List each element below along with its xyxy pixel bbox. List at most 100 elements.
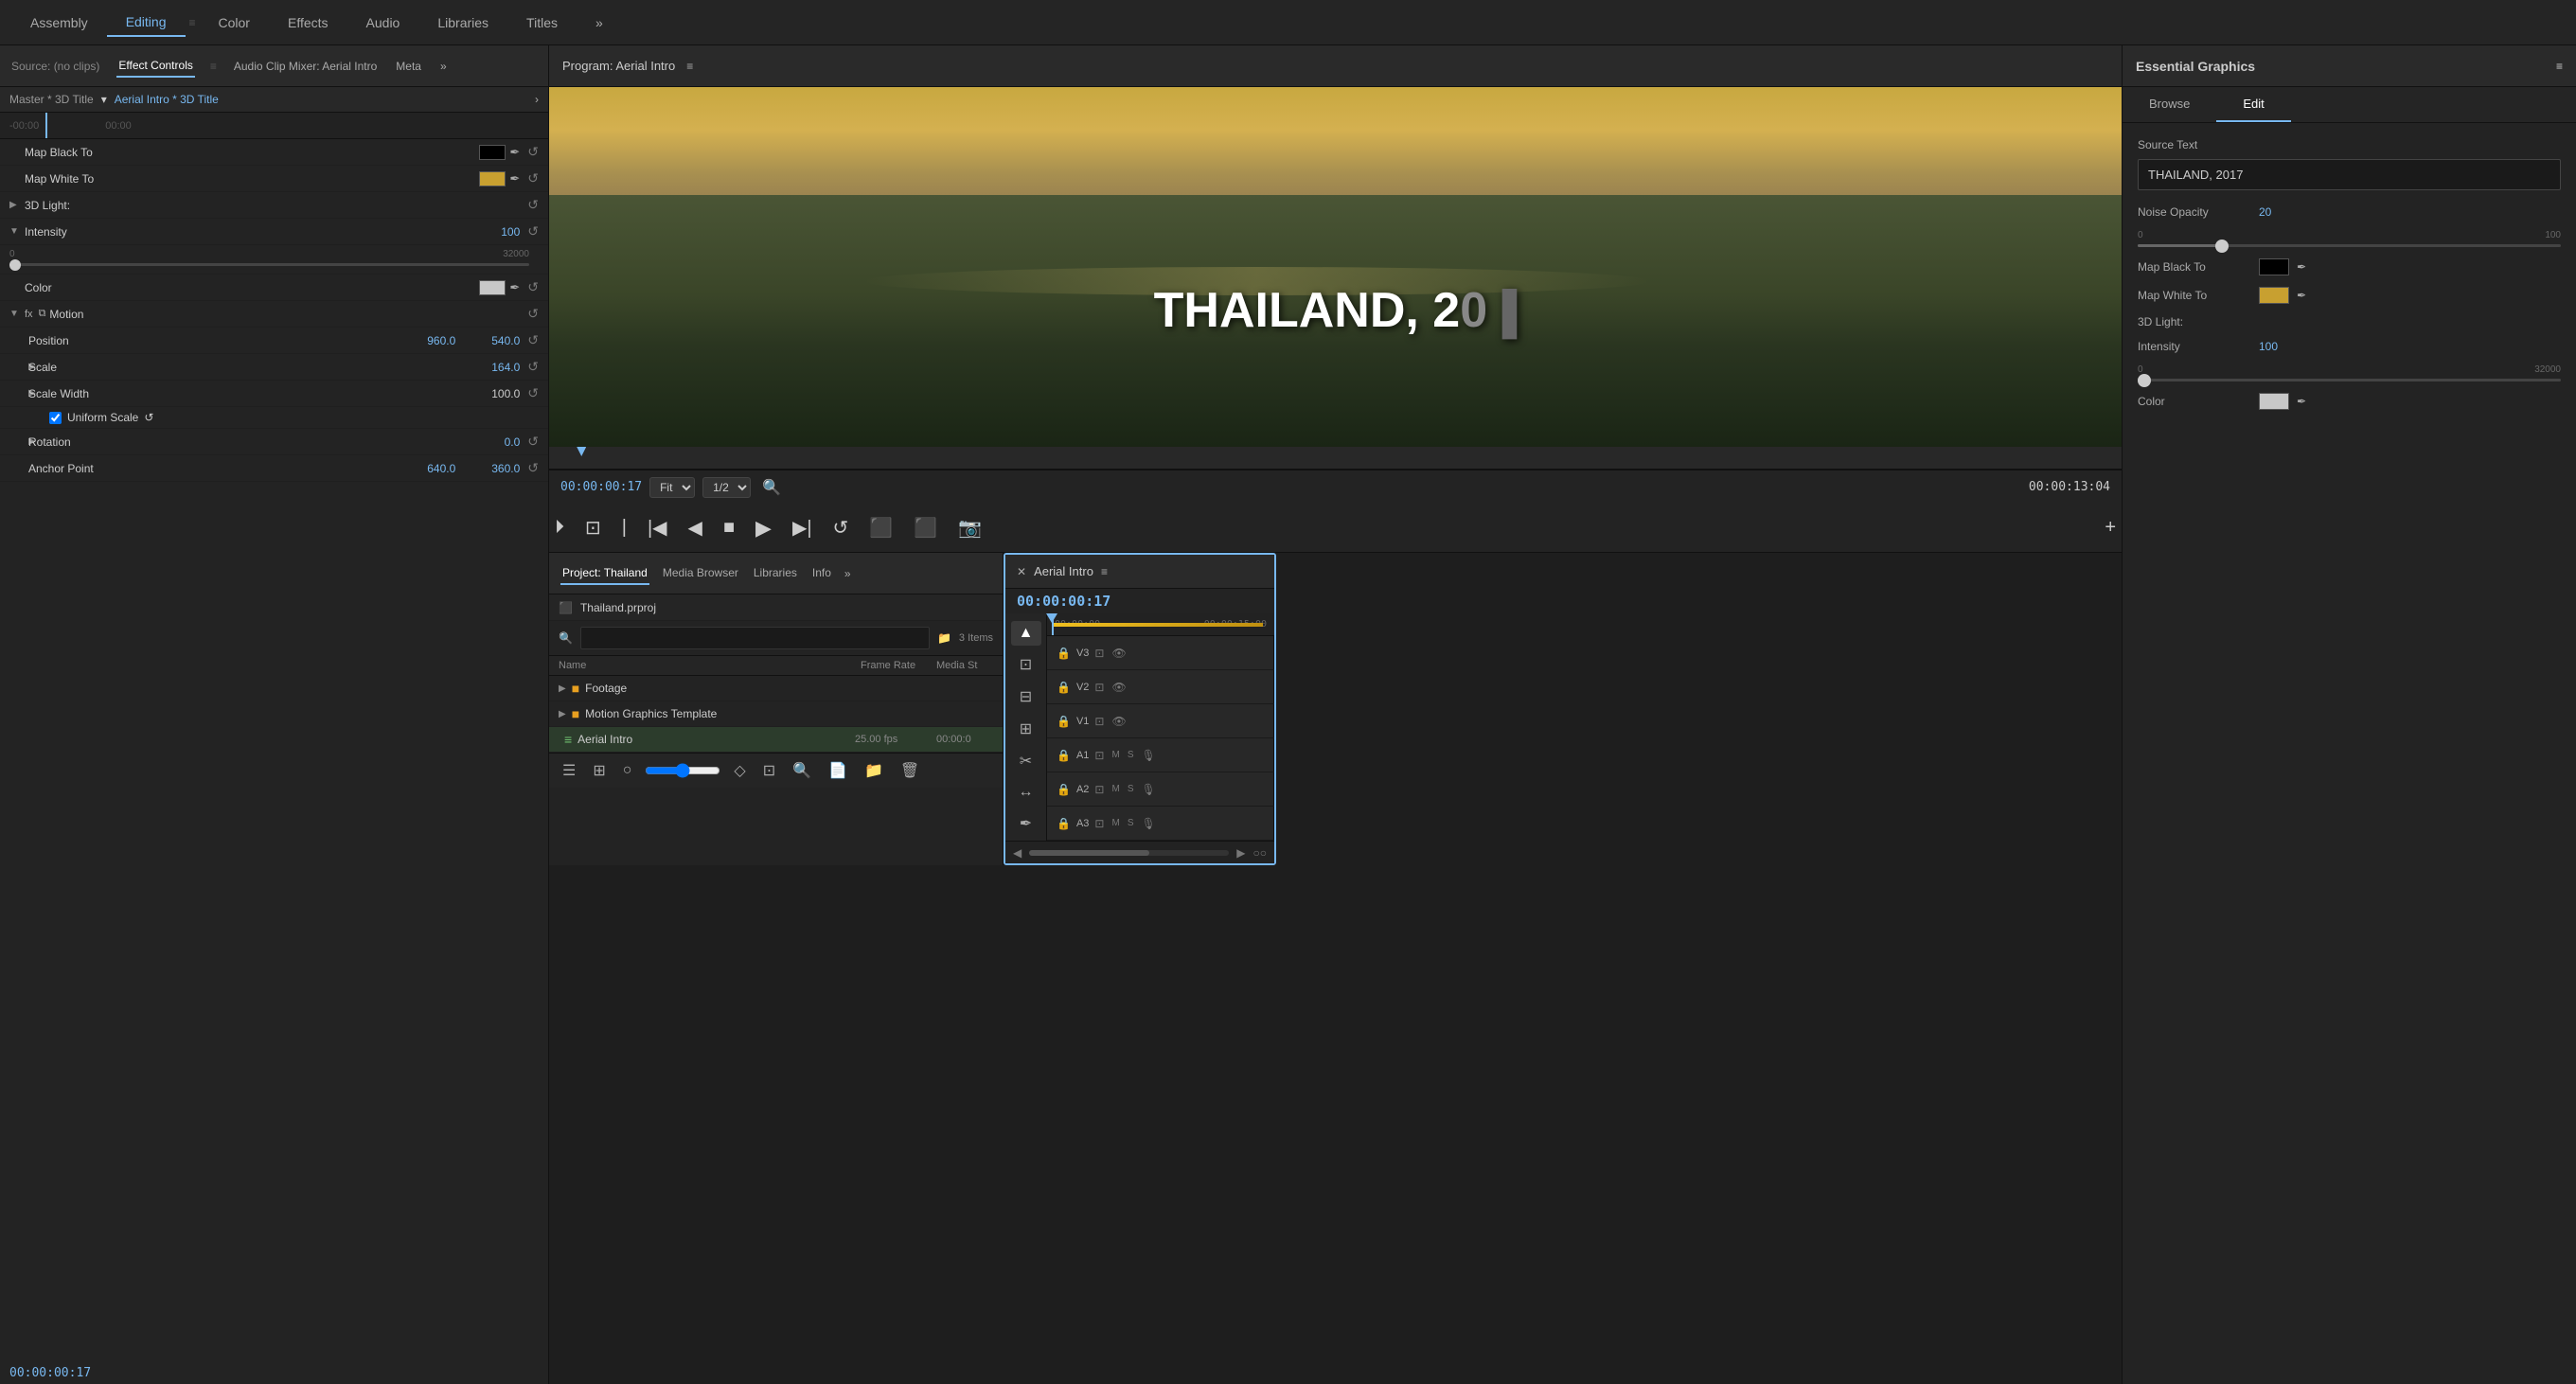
track-a3-m[interactable]: M xyxy=(1110,818,1121,828)
eg-menu-icon[interactable]: ≡ xyxy=(2556,60,2563,73)
timeline-scrollbar[interactable] xyxy=(1029,850,1229,856)
scale-value[interactable]: 164.0 xyxy=(463,361,520,374)
proj-tab-media[interactable]: Media Browser xyxy=(661,562,740,585)
eg-color-swatch[interactable] xyxy=(2259,393,2289,410)
panel-overflow[interactable]: » xyxy=(438,56,449,77)
intensity-expand[interactable]: ▼ xyxy=(9,226,25,237)
meta-tab[interactable]: Meta xyxy=(394,56,423,77)
panel-tab-menu[interactable]: ≡ xyxy=(210,60,217,73)
nav-item-libraries[interactable]: Libraries xyxy=(418,9,507,36)
intensity-value[interactable]: 100 xyxy=(463,225,520,239)
scale-reset[interactable]: ↺ xyxy=(527,359,539,375)
track-v3-eye[interactable]: 👁 xyxy=(1110,647,1128,660)
eg-source-text-input[interactable]: THAILAND, 2017 xyxy=(2138,159,2561,190)
map-white-swatch[interactable] xyxy=(479,171,506,186)
insert-btn[interactable]: ⬛ xyxy=(863,512,898,543)
rotation-reset[interactable]: ↺ xyxy=(527,434,539,450)
audio-clip-mixer-tab[interactable]: Audio Clip Mixer: Aerial Intro xyxy=(232,56,379,77)
step-back-btn[interactable]: ◀ xyxy=(683,512,708,543)
player-timeline-bar[interactable] xyxy=(549,447,2122,470)
mark-in-btn[interactable]: ⏵ xyxy=(549,513,570,542)
deselect-btn[interactable]: | xyxy=(616,513,632,542)
intensity-slider[interactable] xyxy=(9,263,529,266)
proj-tab-info[interactable]: Info xyxy=(810,562,833,585)
track-a3-source[interactable]: ⊡ xyxy=(1093,817,1106,830)
nav-item-assembly[interactable]: Assembly xyxy=(11,9,107,36)
delete-btn[interactable]: 🗑 xyxy=(897,759,923,782)
nav-item-editing[interactable]: Editing xyxy=(107,9,186,37)
eg-map-white-eyedropper[interactable]: ✒ xyxy=(2297,289,2306,302)
nav-item-audio[interactable]: Audio xyxy=(347,9,419,36)
color-swatch[interactable] xyxy=(479,280,506,295)
timeline-loop[interactable]: ○○ xyxy=(1253,846,1268,860)
slip-tool[interactable]: ↔ xyxy=(1011,780,1041,805)
eg-noise-thumb[interactable] xyxy=(2215,240,2229,253)
uniform-scale-reset[interactable]: ↺ xyxy=(144,411,153,424)
track-v2-eye[interactable]: 👁 xyxy=(1110,681,1128,694)
anchor-y[interactable]: 360.0 xyxy=(463,462,520,475)
proj-overflow[interactable]: » xyxy=(843,563,853,584)
selection-tool[interactable]: ▲ xyxy=(1011,621,1041,646)
export-frame-btn[interactable]: 📷 xyxy=(952,512,987,543)
uniform-scale-checkbox[interactable] xyxy=(49,412,62,424)
effect-controls-tab[interactable]: Effect Controls xyxy=(116,55,194,78)
rotation-value[interactable]: 0.0 xyxy=(463,435,520,449)
fit-dropdown[interactable]: Fit xyxy=(649,477,695,498)
zoom-icon[interactable]: 🔍 xyxy=(758,476,785,499)
motion-expand[interactable]: ▼ xyxy=(9,309,25,319)
play-btn[interactable]: ▶ xyxy=(750,512,777,544)
overwrite-btn[interactable]: ⬛ xyxy=(908,512,943,543)
clip-label[interactable]: Aerial Intro * 3D Title xyxy=(115,93,219,106)
find-btn[interactable]: 🔍 xyxy=(789,759,815,782)
project-item-mgt[interactable]: ▶ ■ Motion Graphics Template xyxy=(549,701,1003,727)
eg-intensity-thumb[interactable] xyxy=(2138,374,2151,387)
nav-item-effects[interactable]: Effects xyxy=(269,9,347,36)
track-a3-s[interactable]: S xyxy=(1126,818,1136,828)
new-bin-icon[interactable]: 📁 xyxy=(937,631,951,645)
project-search-input[interactable] xyxy=(580,627,930,649)
track-v1-source[interactable]: ⊡ xyxy=(1093,715,1106,728)
icon-size-slider[interactable] xyxy=(645,763,720,778)
pen-tool[interactable]: ✒ xyxy=(1011,810,1041,837)
eg-color-eyedropper[interactable]: ✒ xyxy=(2297,395,2306,408)
position-reset[interactable]: ↺ xyxy=(527,332,539,348)
program-menu-icon[interactable]: ≡ xyxy=(686,60,693,73)
nav-item-titles[interactable]: Titles xyxy=(507,9,577,36)
intensity-reset[interactable]: ↺ xyxy=(527,223,539,240)
track-a2-m[interactable]: M xyxy=(1110,784,1121,794)
3d-light-reset[interactable]: ↺ xyxy=(527,197,539,213)
track-a2-lock[interactable]: 🔒 xyxy=(1055,783,1073,796)
project-item-footage[interactable]: ▶ ■ Footage xyxy=(549,676,1003,701)
position-x[interactable]: 960.0 xyxy=(399,334,455,347)
map-black-reset[interactable]: ↺ xyxy=(527,144,539,160)
track-a3-lock[interactable]: 🔒 xyxy=(1055,817,1073,830)
eg-noise-slider[interactable] xyxy=(2138,244,2561,247)
map-white-eyedropper[interactable]: ✒ xyxy=(509,171,520,186)
dropdown-arrow[interactable]: ▾ xyxy=(101,93,107,106)
anchor-reset[interactable]: ↺ xyxy=(527,460,539,476)
timeline-menu[interactable]: ≡ xyxy=(1101,565,1108,578)
ec-arrow-btn[interactable]: › xyxy=(535,93,539,106)
eg-map-black-eyedropper[interactable]: ✒ xyxy=(2297,260,2306,274)
list-view-btn[interactable]: ☰ xyxy=(559,759,579,782)
add-marker-btn[interactable]: + xyxy=(2099,513,2122,542)
rolling-edit-tool[interactable]: ⊞ xyxy=(1011,716,1041,742)
razor-tool[interactable]: ✂ xyxy=(1011,748,1041,774)
rotation-expand[interactable]: ▶ xyxy=(9,436,28,447)
col-name-header[interactable]: Name xyxy=(559,660,861,671)
map-black-eyedropper[interactable]: ✒ xyxy=(509,145,520,160)
track-v1-eye[interactable]: 👁 xyxy=(1110,715,1128,728)
stop-btn[interactable]: ■ xyxy=(718,513,740,542)
freeform-btn[interactable]: ○ xyxy=(619,760,636,781)
track-a2-source[interactable]: ⊡ xyxy=(1093,783,1106,796)
track-a1-mic[interactable]: 🎙 xyxy=(1140,749,1158,762)
new-item-btn[interactable]: 📄 xyxy=(825,759,851,782)
new-bin-btn[interactable]: 📁 xyxy=(861,759,887,782)
ripple-edit-tool[interactable]: ⊟ xyxy=(1011,683,1041,710)
track-select-tool[interactable]: ⊡ xyxy=(1011,651,1041,678)
project-item-aerial-intro[interactable]: ≡ Aerial Intro 25.00 fps 00:00:0 xyxy=(549,727,1003,753)
track-a3-mic[interactable]: 🎙 xyxy=(1140,817,1158,830)
nav-item-color[interactable]: Color xyxy=(200,9,269,36)
track-a2-mic[interactable]: 🎙 xyxy=(1140,783,1158,796)
track-v3-source-patch[interactable]: ⊡ xyxy=(1093,647,1106,660)
